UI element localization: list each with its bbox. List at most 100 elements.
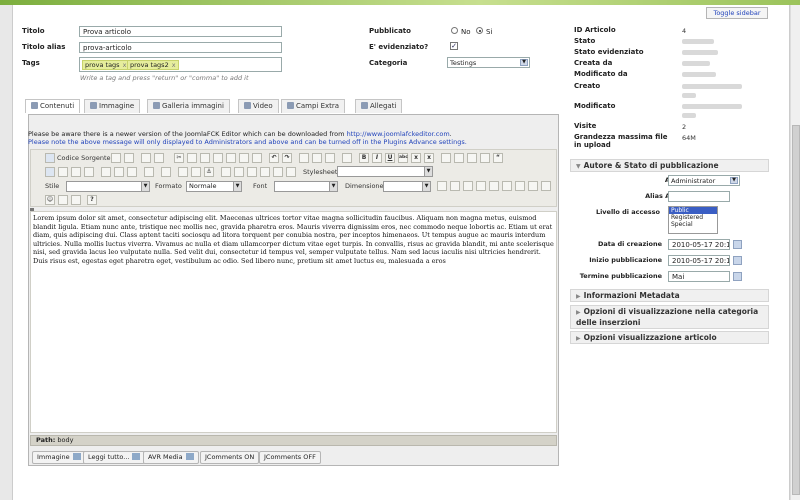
new-page-icon[interactable]	[111, 153, 121, 163]
eraser-icon[interactable]	[161, 167, 171, 177]
calendar-icon[interactable]	[733, 240, 742, 249]
creazione-input[interactable]: 2010-05-17 20:13:4	[668, 239, 730, 250]
autore-panel-header[interactable]: ▼ Autore & Stato di pubblicazione	[570, 159, 769, 172]
paste-word-icon[interactable]	[226, 153, 236, 163]
bg-color-icon[interactable]	[144, 167, 154, 177]
editor-content[interactable]: Lorem ipsum dolor sit amet, consectetur …	[30, 211, 557, 433]
tag-remove-icon[interactable]: x	[172, 61, 176, 69]
categoria-select[interactable]: Testings ▼	[447, 57, 530, 68]
tags-input[interactable]: prova tags x prova tags2 x	[79, 57, 282, 72]
page-scrollbar[interactable]	[790, 5, 800, 500]
subscript-icon[interactable]: x	[411, 153, 421, 163]
find-icon[interactable]	[299, 153, 309, 163]
inizio-input[interactable]: 2010-05-17 20:13:4	[668, 255, 730, 266]
superscript-icon[interactable]: x	[424, 153, 434, 163]
flash-insert-icon[interactable]	[234, 167, 244, 177]
opzioni-categoria-panel-header[interactable]: ▶ Opzioni di visualizzazione nella catego…	[570, 305, 769, 329]
checkbox-icon[interactable]	[450, 181, 460, 191]
tab-campi-extra[interactable]: Campi Extra	[281, 99, 346, 113]
size-select[interactable]: ▼	[383, 181, 431, 192]
select-all-icon[interactable]	[325, 153, 335, 163]
help-icon[interactable]: ?	[87, 195, 97, 205]
termine-input[interactable]: Mai	[668, 271, 730, 282]
fck-link[interactable]: http://www.joomlafckeditor.com	[347, 130, 450, 138]
align-center-icon[interactable]	[58, 167, 68, 177]
image-button-icon[interactable]	[528, 181, 538, 191]
bold-icon[interactable]: B	[359, 153, 369, 163]
doc-icon[interactable]	[154, 153, 164, 163]
tag-chip[interactable]: prova tags x	[82, 60, 130, 70]
align-right-icon[interactable]	[71, 167, 81, 177]
paste-text-icon[interactable]	[213, 153, 223, 163]
spellcheck-icon[interactable]	[252, 153, 262, 163]
author-select[interactable]: Administrator ▼	[668, 175, 740, 186]
titolo-input[interactable]: Prova articolo	[79, 26, 282, 37]
image-insert-icon[interactable]	[221, 167, 231, 177]
redo-icon[interactable]: ↷	[282, 153, 292, 163]
flash-icon[interactable]	[178, 167, 188, 177]
plugin-icon[interactable]	[58, 195, 68, 205]
accesso-option[interactable]: Special	[669, 221, 717, 228]
tab-video[interactable]: Video	[238, 99, 279, 113]
undo-icon[interactable]: ↶	[269, 153, 279, 163]
calendar-icon[interactable]	[733, 256, 742, 265]
readmore-button[interactable]: Leggi tutto...	[83, 451, 146, 464]
calendar-icon[interactable]	[733, 272, 742, 281]
alias-input[interactable]: prova-articolo	[79, 42, 282, 53]
radio-icon[interactable]	[463, 181, 473, 191]
smiley-icon[interactable]	[273, 167, 283, 177]
scrollbar-thumb[interactable]	[792, 125, 800, 495]
form-icon[interactable]	[437, 181, 447, 191]
opzioni-articolo-panel-header[interactable]: ▶ Opzioni visualizzazione articolo	[570, 331, 769, 344]
underline-icon[interactable]: U	[385, 153, 395, 163]
table-icon[interactable]	[247, 167, 257, 177]
unordered-list-icon[interactable]	[454, 153, 464, 163]
jcomments-off-button[interactable]: JComments OFF	[259, 451, 321, 464]
textfield-icon[interactable]	[476, 181, 486, 191]
tab-galleria[interactable]: Galleria immagini	[147, 99, 230, 113]
textarea-icon[interactable]	[489, 181, 499, 191]
toggle-sidebar-button[interactable]: Toggle sidebar	[706, 7, 768, 19]
hidden-field-icon[interactable]	[541, 181, 551, 191]
indent-icon[interactable]	[480, 153, 490, 163]
print-icon[interactable]	[239, 153, 249, 163]
format-select[interactable]: Normale ▼	[186, 181, 242, 192]
image-button[interactable]: Immagine	[32, 451, 86, 464]
font-select[interactable]: ▼	[274, 181, 338, 192]
accesso-option[interactable]: Public	[669, 207, 717, 214]
paste-icon[interactable]	[200, 153, 210, 163]
align-justify-icon[interactable]	[84, 167, 94, 177]
accesso-option[interactable]: Registered	[669, 214, 717, 221]
stylesheet-select[interactable]: ▼	[337, 166, 433, 177]
remove-format-icon[interactable]	[342, 153, 352, 163]
tab-immagine[interactable]: Immagine	[84, 99, 141, 113]
metadata-panel-header[interactable]: ▶ Informazioni Metadata	[570, 289, 769, 302]
pagebreak-icon[interactable]	[286, 167, 296, 177]
link-icon[interactable]	[101, 167, 111, 177]
tag-remove-icon[interactable]: x	[123, 61, 127, 69]
style-select[interactable]: ▼	[66, 181, 150, 192]
jcomments-on-button[interactable]: JComments ON	[200, 451, 260, 464]
cut-icon[interactable]: ✂	[174, 153, 184, 163]
unlink-icon[interactable]	[114, 167, 124, 177]
anchor-icon[interactable]: ⚓	[204, 167, 214, 177]
source-button-label[interactable]: Codice Sorgente	[57, 153, 111, 163]
unlink2-icon[interactable]	[191, 167, 201, 177]
media-icon[interactable]	[71, 195, 81, 205]
avr-media-button[interactable]: AVR Media	[143, 451, 199, 464]
tab-allegati[interactable]: Allegati	[355, 99, 403, 113]
copy-icon[interactable]	[187, 153, 197, 163]
alias-autore-input[interactable]	[668, 191, 730, 202]
pubblicato-si-radio[interactable]	[476, 27, 483, 34]
tag-chip[interactable]: prova tags2 x	[127, 60, 179, 70]
italic-icon[interactable]: I	[372, 153, 382, 163]
outdent-icon[interactable]	[467, 153, 477, 163]
button-field-icon[interactable]	[515, 181, 525, 191]
replace-icon[interactable]	[312, 153, 322, 163]
text-color-icon[interactable]	[127, 167, 137, 177]
blockquote-icon[interactable]: “	[493, 153, 503, 163]
emoticon-icon[interactable]: ☺	[45, 195, 55, 205]
templates-icon[interactable]	[141, 153, 151, 163]
align-left-icon[interactable]	[45, 167, 55, 177]
select-field-icon[interactable]	[502, 181, 512, 191]
